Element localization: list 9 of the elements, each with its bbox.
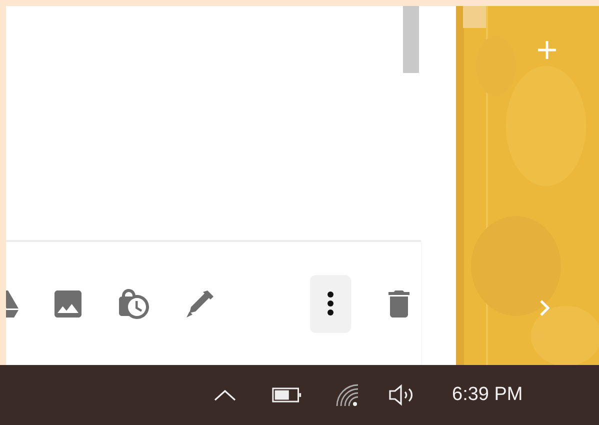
battery-icon <box>272 387 302 403</box>
plus-icon <box>536 39 558 61</box>
scrollbar-thumb[interactable] <box>403 6 419 73</box>
more-button[interactable] <box>310 274 351 332</box>
clock[interactable]: 6:39 PM <box>452 384 523 406</box>
more-icon <box>327 291 334 316</box>
chevron-right-icon <box>538 298 552 318</box>
wifi-icon <box>334 382 360 408</box>
chevron-up-icon <box>213 388 237 402</box>
